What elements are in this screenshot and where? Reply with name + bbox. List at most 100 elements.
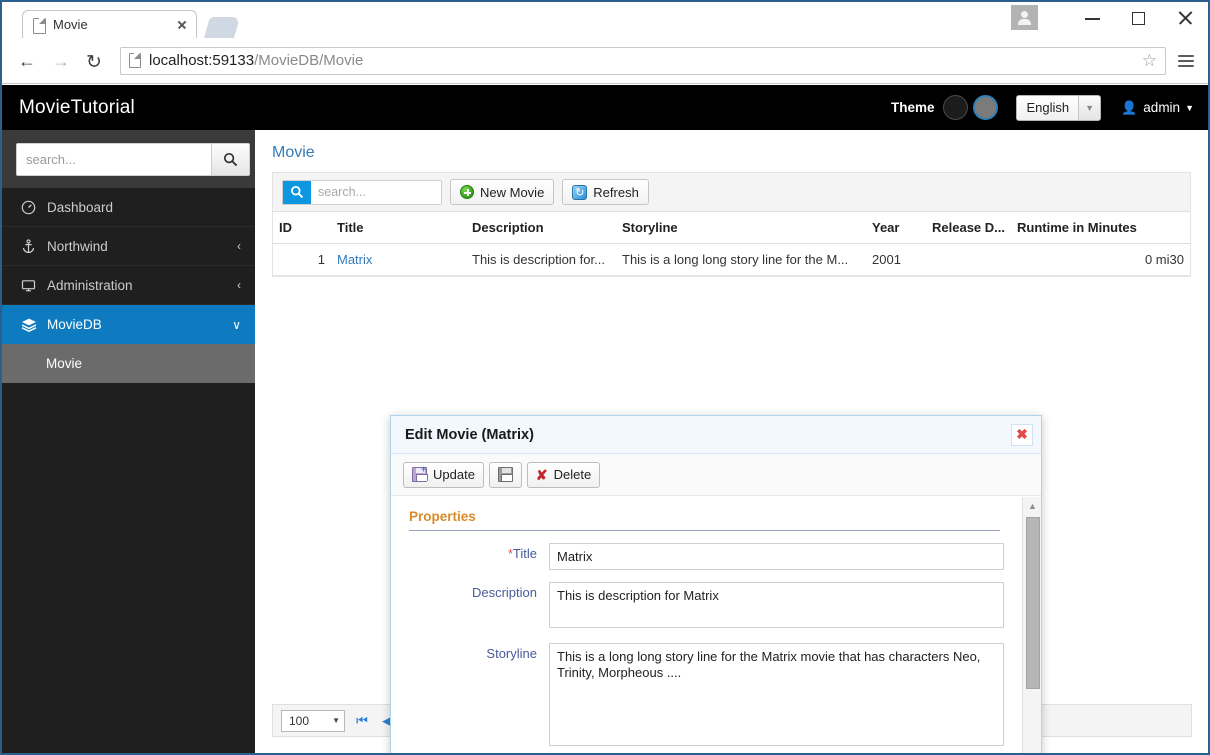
star-icon[interactable]: ☆ — [1142, 51, 1159, 71]
chevron-down-icon: ∨ — [232, 318, 241, 332]
monitor-icon — [21, 278, 47, 293]
page-viewport: MovieTutorial Theme English ▼ 👤 admin ▼ — [2, 85, 1208, 753]
theme-swatch-dark[interactable] — [943, 95, 968, 120]
page-size-select[interactable]: 100 ▼ — [281, 710, 345, 732]
movie-title-link[interactable]: Matrix — [337, 252, 372, 267]
page-icon — [129, 53, 141, 68]
chevron-left-icon: ‹ — [237, 278, 241, 292]
dialog-scrollbar[interactable]: ▲ ▼ — [1022, 497, 1041, 753]
language-select-value: English — [1017, 96, 1078, 120]
chevron-left-icon: ‹ — [237, 239, 241, 253]
new-tab-button[interactable] — [204, 17, 240, 38]
cell-year: 2001 — [866, 244, 926, 276]
dialog-header: Edit Movie (Matrix) ✖ — [391, 416, 1041, 454]
language-select[interactable]: English ▼ — [1016, 95, 1101, 121]
tab-strip: Movie — [2, 2, 1002, 38]
close-icon[interactable]: ✖ — [1011, 424, 1033, 446]
edit-movie-dialog: Edit Movie (Matrix) ✖ + Update ✓ ✘ Delet… — [390, 415, 1042, 753]
field-row-description: Description — [391, 582, 1022, 631]
search-input[interactable] — [17, 144, 211, 175]
refresh-label: Refresh — [593, 185, 639, 200]
sidebar-item-label: MovieDB — [47, 317, 232, 332]
layers-icon — [21, 317, 47, 333]
first-page-icon[interactable]: ⏮ — [354, 713, 370, 729]
title-input[interactable] — [549, 543, 1004, 570]
page-title: Movie — [255, 130, 1208, 172]
chevron-down-icon: ▼ — [332, 716, 340, 725]
grid-search-input[interactable] — [311, 181, 441, 204]
app-brand[interactable]: MovieTutorial — [2, 97, 135, 119]
dialog-body: Properties *Title Description — [391, 497, 1041, 753]
field-row-title: *Title — [391, 543, 1022, 570]
column-header-runtime[interactable]: Runtime in Minutes — [1011, 212, 1190, 244]
table-row[interactable]: 1 Matrix This is description for... This… — [273, 244, 1190, 276]
storyline-textarea[interactable] — [549, 643, 1004, 746]
cell-description: This is description for... — [466, 244, 616, 276]
save-add-icon: + — [412, 467, 427, 482]
column-header-storyline[interactable]: Storyline — [616, 212, 866, 244]
column-header-description[interactable]: Description — [466, 212, 616, 244]
column-header-year[interactable]: Year — [866, 212, 926, 244]
arrow-right-icon[interactable]: → — [44, 44, 78, 78]
theme-label: Theme — [891, 100, 935, 115]
close-icon[interactable] — [174, 17, 190, 33]
plus-circle-icon — [460, 185, 474, 199]
browser-tab-movie[interactable]: Movie — [22, 10, 197, 38]
user-menu[interactable]: 👤 admin ▼ — [1121, 100, 1194, 116]
address-bar[interactable]: localhost:59133/MovieDB/Movie ☆ — [120, 47, 1166, 75]
browser-window: Movie ← → ↻ localhost:59133/MovieDB/Movi… — [0, 0, 1210, 755]
sidebar-item-label: Dashboard — [47, 200, 241, 215]
save-check-icon: ✓ — [498, 467, 513, 482]
scrollbar-thumb[interactable] — [1026, 517, 1040, 689]
sidebar: Dashboard Northwind ‹ Administration ‹ — [2, 130, 255, 753]
delete-button[interactable]: ✘ Delete — [527, 462, 600, 488]
arrow-left-icon[interactable]: ← — [10, 44, 44, 78]
user-profile-icon[interactable] — [1011, 5, 1038, 30]
caret-up-icon[interactable]: ▲ — [1023, 497, 1041, 514]
column-header-title[interactable]: Title — [331, 212, 466, 244]
search-icon[interactable] — [211, 144, 249, 175]
cell-title[interactable]: Matrix — [331, 244, 466, 276]
field-row-storyline: Storyline — [391, 643, 1022, 749]
maximize-icon[interactable] — [1116, 2, 1162, 34]
description-textarea[interactable] — [549, 582, 1004, 628]
sidebar-item-northwind[interactable]: Northwind ‹ — [2, 227, 255, 266]
sidebar-search[interactable] — [16, 143, 250, 176]
dialog-toolbar: + Update ✓ ✘ Delete — [391, 454, 1041, 496]
browser-titlebar: Movie — [2, 2, 1208, 38]
grid-search[interactable] — [282, 180, 442, 205]
sidebar-item-moviedb[interactable]: MovieDB ∨ — [2, 305, 255, 344]
search-icon[interactable] — [283, 181, 311, 204]
sidebar-item-movie[interactable]: Movie — [2, 344, 255, 383]
column-header-id[interactable]: ID — [273, 212, 331, 244]
sidebar-item-administration[interactable]: Administration ‹ — [2, 266, 255, 305]
user-menu-label: admin — [1143, 100, 1180, 115]
page-size-value: 100 — [289, 714, 309, 728]
update-button[interactable]: + Update — [403, 462, 484, 488]
properties-section-label: Properties — [409, 509, 476, 524]
sidebar-item-dashboard[interactable]: Dashboard — [2, 188, 255, 227]
chevron-down-icon: ▼ — [1185, 103, 1194, 113]
refresh-button[interactable]: ↻ Refresh — [562, 179, 649, 205]
refresh-icon: ↻ — [572, 185, 587, 200]
cell-id: 1 — [273, 244, 331, 276]
cell-storyline: This is a long long story line for the M… — [616, 244, 866, 276]
sidebar-item-label: Northwind — [47, 239, 237, 254]
sidebar-item-label: Administration — [47, 278, 237, 293]
gauge-icon — [21, 200, 47, 215]
reload-icon[interactable]: ↻ — [78, 44, 112, 78]
sidebar-search-wrapper — [2, 130, 255, 188]
sidebar-subitem-label: Movie — [46, 356, 82, 371]
theme-swatch-gray[interactable] — [973, 95, 998, 120]
column-header-release-date[interactable]: Release D... — [926, 212, 1011, 244]
hamburger-menu-icon[interactable] — [1172, 46, 1200, 76]
apply-changes-button[interactable]: ✓ — [489, 462, 522, 488]
anchor-icon — [21, 239, 47, 254]
close-icon[interactable] — [1162, 2, 1208, 34]
user-icon: 👤 — [1121, 100, 1137, 116]
update-label: Update — [433, 467, 475, 482]
browser-toolbar: ← → ↻ localhost:59133/MovieDB/Movie ☆ — [2, 38, 1208, 84]
new-movie-button[interactable]: New Movie — [450, 179, 554, 205]
minimize-icon[interactable] — [1070, 2, 1116, 34]
address-bar-text: localhost:59133/MovieDB/Movie — [149, 52, 363, 69]
